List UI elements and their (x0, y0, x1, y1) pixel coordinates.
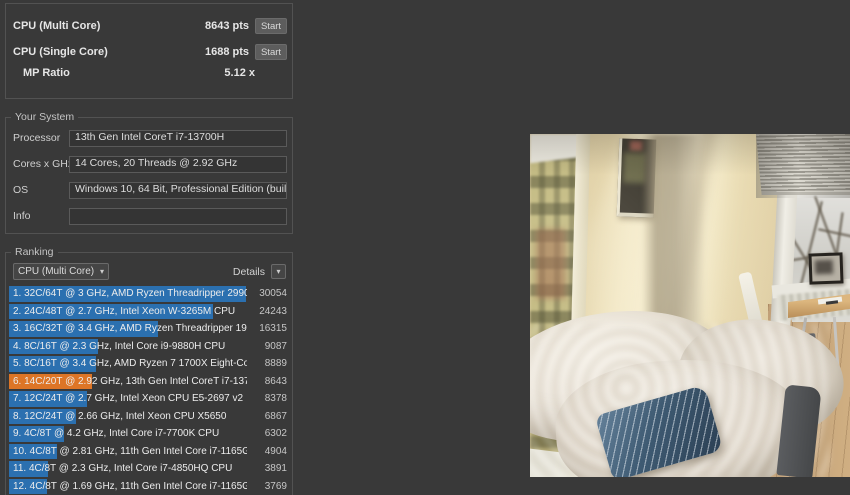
details-dropdown-button[interactable]: ▾ (271, 264, 286, 279)
ranking-row[interactable]: 6. 14C/20T @ 2.92 GHz, 13th Gen Intel Co… (9, 374, 289, 390)
ranking-score: 8378 (249, 391, 287, 407)
your-system-box: Your System Processor 13th Gen Intel Cor… (5, 117, 293, 234)
ranking-cpu-label: 6. 14C/20T @ 2.92 GHz, 13th Gen Intel Co… (13, 374, 247, 390)
benchmark-test-label: CPU (Multi Core) (13, 20, 205, 32)
ranking-cpu-label: 9. 4C/8T @ 4.2 GHz, Intel Core i7-7700K … (13, 426, 247, 442)
ranking-row[interactable]: 4. 8C/16T @ 2.3 GHz, Intel Core i9-9880H… (9, 339, 289, 355)
system-info-row: Cores x GHz 14 Cores, 20 Threads @ 2.92 … (13, 155, 287, 173)
system-info-row: Info (13, 207, 287, 225)
benchmark-score-row: CPU (Single Core) 1688 pts Start (13, 43, 287, 61)
benchmark-score-value: 1688 pts (205, 46, 249, 58)
system-field-label: Info (13, 210, 69, 222)
ranking-row[interactable]: 1. 32C/64T @ 3 GHz, AMD Ryzen Threadripp… (9, 286, 289, 302)
benchmark-score-value: 5.12 x (224, 67, 255, 79)
benchmark-score-row: MP Ratio 5.12 x (13, 64, 287, 82)
ranking-cpu-label: 7. 12C/24T @ 2.7 GHz, Intel Xeon CPU E5-… (13, 391, 247, 407)
ranking-cpu-label: 12. 4C/8T @ 1.69 GHz, 11th Gen Intel Cor… (13, 479, 247, 495)
ranking-cpu-label: 5. 8C/16T @ 3.4 GHz, AMD Ryzen 7 1700X E… (13, 356, 247, 372)
benchmark-test-label: MP Ratio (13, 67, 224, 79)
ranking-row[interactable]: 11. 4C/8T @ 2.3 GHz, Intel Core i7-4850H… (9, 461, 289, 477)
system-field-label: OS (13, 184, 69, 196)
system-field-input[interactable]: 14 Cores, 20 Threads @ 2.92 GHz (69, 156, 287, 173)
ranking-row[interactable]: 10. 4C/8T @ 2.81 GHz, 11th Gen Intel Cor… (9, 444, 289, 460)
ranking-box: Ranking CPU (Multi Core) ▾ Details ▾ 1. … (5, 252, 293, 495)
benchmark-test-label: CPU (Single Core) (13, 46, 205, 58)
ranking-cpu-label: 10. 4C/8T @ 2.81 GHz, 11th Gen Intel Cor… (13, 444, 247, 460)
ranking-cpu-label: 4. 8C/16T @ 2.3 GHz, Intel Core i9-9880H… (13, 339, 247, 355)
ranking-row[interactable]: 5. 8C/16T @ 3.4 GHz, AMD Ryzen 7 1700X E… (9, 356, 289, 372)
ranking-cpu-label: 11. 4C/8T @ 2.3 GHz, Intel Core i7-4850H… (13, 461, 247, 477)
start-button[interactable]: Start (255, 44, 287, 60)
system-info-row: OS Windows 10, 64 Bit, Professional Edit… (13, 181, 287, 199)
system-field-label: Processor (13, 132, 69, 144)
render-preview (530, 134, 850, 477)
system-field-input[interactable] (69, 208, 287, 225)
chevron-down-icon: ▾ (276, 267, 280, 276)
system-field-label: Cores x GHz (13, 158, 69, 170)
ranking-score: 3769 (249, 479, 287, 495)
ranking-row[interactable]: 9. 4C/8T @ 4.2 GHz, Intel Core i7-7700K … (9, 426, 289, 442)
start-button[interactable]: Start (255, 18, 287, 34)
system-info-row: Processor 13th Gen Intel CoreT i7-13700H (13, 129, 287, 147)
ranking-score: 16315 (249, 321, 287, 337)
details-group: Details ▾ (233, 264, 286, 279)
ranking-score: 8889 (249, 356, 287, 372)
ranking-controls: CPU (Multi Core) ▾ Details ▾ (13, 263, 286, 280)
ranking-cpu-label: 1. 32C/64T @ 3 GHz, AMD Ryzen Threadripp… (13, 286, 247, 302)
ranking-score: 8643 (249, 374, 287, 390)
system-field-input[interactable]: 13th Gen Intel CoreT i7-13700H (69, 130, 287, 147)
details-label: Details (233, 266, 265, 278)
ranking-score: 3891 (249, 461, 287, 477)
ranking-score: 9087 (249, 339, 287, 355)
ranking-filter-value: CPU (Multi Core) (18, 266, 100, 277)
ranking-score: 4904 (249, 444, 287, 460)
benchmark-score-row: CPU (Multi Core) 8643 pts Start (13, 17, 287, 35)
ranking-row[interactable]: 2. 24C/48T @ 2.7 GHz, Intel Xeon W-3265M… (9, 304, 289, 320)
ranking-legend: Ranking (11, 246, 58, 259)
benchmark-scores-box: CPU (Multi Core) 8643 pts Start CPU (Sin… (5, 3, 293, 99)
ranking-row[interactable]: 12. 4C/8T @ 1.69 GHz, 11th Gen Intel Cor… (9, 479, 289, 495)
ranking-cpu-label: 8. 12C/24T @ 2.66 GHz, Intel Xeon CPU X5… (13, 409, 247, 425)
ranking-score: 6867 (249, 409, 287, 425)
your-system-legend: Your System (11, 111, 78, 124)
ranking-cpu-label: 3. 16C/32T @ 3.4 GHz, AMD Ryzen Threadri… (13, 321, 247, 337)
ranking-list: 1. 32C/64T @ 3 GHz, AMD Ryzen Threadripp… (9, 286, 289, 495)
chevron-down-icon: ▾ (100, 267, 104, 276)
ranking-score: 30054 (249, 286, 287, 302)
ranking-row[interactable]: 3. 16C/32T @ 3.4 GHz, AMD Ryzen Threadri… (9, 321, 289, 337)
ranking-row[interactable]: 8. 12C/24T @ 2.66 GHz, Intel Xeon CPU X5… (9, 409, 289, 425)
benchmark-score-value: 8643 pts (205, 20, 249, 32)
ranking-score: 6302 (249, 426, 287, 442)
photo-blinds-sheen (756, 134, 850, 198)
photo-sill-picture-frame (808, 252, 843, 284)
ranking-row[interactable]: 7. 12C/24T @ 2.7 GHz, Intel Xeon CPU E5-… (9, 391, 289, 407)
ranking-filter-dropdown[interactable]: CPU (Multi Core) ▾ (13, 263, 109, 280)
ranking-score: 24243 (249, 304, 287, 320)
system-field-input[interactable]: Windows 10, 64 Bit, Professional Edition… (69, 182, 287, 199)
ranking-cpu-label: 2. 24C/48T @ 2.7 GHz, Intel Xeon W-3265M… (13, 304, 247, 320)
